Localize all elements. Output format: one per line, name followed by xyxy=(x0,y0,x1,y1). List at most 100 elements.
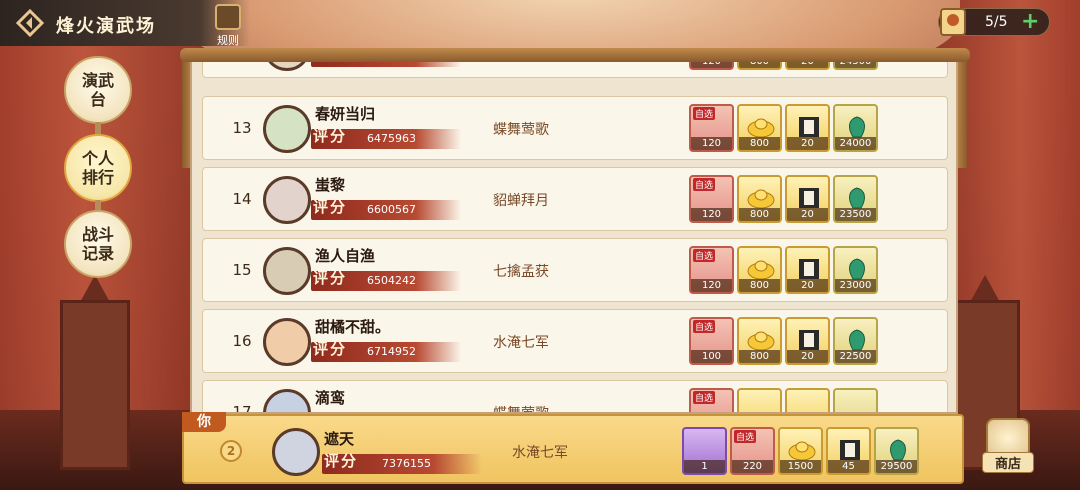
reward-item[interactable]: 自选 xyxy=(689,388,734,412)
reward-item[interactable]: 24000 xyxy=(833,104,878,152)
score-bar: 评分 6504242 xyxy=(311,269,461,291)
reward-list: 自选 120 800 20 23500 xyxy=(689,175,878,225)
side-tab-label: 演武台 xyxy=(81,71,114,109)
reward-item[interactable]: 20 xyxy=(785,104,830,152)
gold-ingot-icon xyxy=(747,189,775,209)
reward-item[interactable]: 1 xyxy=(682,427,727,475)
book-icon xyxy=(799,117,819,137)
score-label: 评分 xyxy=(313,127,348,145)
reward-item[interactable]: 45 xyxy=(826,427,871,475)
game-screen: 烽火演武场 规则 5/5 + 演武台 个人排行 战斗记录 评分 xyxy=(0,0,1080,490)
you-tag: 你 xyxy=(182,412,226,432)
book-icon xyxy=(799,188,819,208)
reward-item[interactable]: 自选 100 xyxy=(689,317,734,365)
item-count: 23500 xyxy=(835,208,876,221)
reward-item[interactable] xyxy=(833,388,878,412)
avatar xyxy=(263,105,311,153)
rules-button[interactable]: 规则 xyxy=(212,4,244,48)
item-count: 1500 xyxy=(780,460,821,473)
item-count: 1 xyxy=(684,460,725,473)
reward-item[interactable]: 自选 120 xyxy=(689,104,734,152)
reward-item[interactable]: 20 xyxy=(785,317,830,365)
item-count: 800 xyxy=(739,279,780,292)
jade-token-icon xyxy=(849,329,865,351)
reward-item[interactable]: 29500 xyxy=(874,427,919,475)
ranking-row[interactable]: 17 滴鸾 蝶舞莺歌 自选 xyxy=(202,380,948,414)
ranking-row[interactable]: 14 蚩黎 评分 6600567 貂蝉拜月 自选 120 800 20 2350… xyxy=(202,167,948,231)
ticket-icon xyxy=(940,8,966,36)
jade-token-icon xyxy=(849,258,865,280)
page-title: 烽火演武场 xyxy=(56,16,156,37)
my-reward-list: 1 自选 220 1500 45 29500 xyxy=(682,427,919,477)
side-tab-ranking[interactable]: 个人排行 xyxy=(64,134,132,202)
item-count: 800 xyxy=(739,350,780,363)
side-tab-label: 战斗记录 xyxy=(81,225,114,263)
my-name: 遮天 xyxy=(324,430,355,448)
choice-tag: 自选 xyxy=(693,391,716,404)
item-count: 800 xyxy=(739,137,780,150)
avatar xyxy=(263,318,311,366)
plus-icon[interactable]: + xyxy=(1021,11,1043,33)
book-icon xyxy=(840,440,860,460)
shop-label: 商店 xyxy=(982,452,1034,473)
team-name: 貂蝉拜月 xyxy=(493,193,549,209)
reward-item[interactable]: 23000 xyxy=(833,246,878,294)
score-bar: 评分 6714952 xyxy=(311,340,461,362)
score-label: 评分 xyxy=(324,452,359,470)
reward-item[interactable]: 800 xyxy=(737,104,782,152)
score-bar: 评分 6600567 xyxy=(311,198,461,220)
gold-ingot-icon xyxy=(747,331,775,351)
pillar-left xyxy=(60,300,130,470)
ticket-counter: 5/5 + xyxy=(938,8,1050,36)
score-label: 评分 xyxy=(313,340,348,358)
reward-item[interactable]: 20 xyxy=(785,175,830,223)
item-count: 100 xyxy=(691,350,732,363)
reward-item[interactable]: 1500 xyxy=(778,427,823,475)
team-name: 水淹七军 xyxy=(493,335,549,351)
reward-item[interactable]: 22500 xyxy=(833,317,878,365)
player-name: 甜橘不甜。 xyxy=(315,318,391,336)
reward-item[interactable] xyxy=(785,388,830,412)
choice-tag: 自选 xyxy=(734,430,757,443)
ranking-row[interactable]: 13 春妍当归 评分 6475963 蝶舞莺歌 自选 120 800 20 24… xyxy=(202,96,948,160)
reward-item[interactable]: 23500 xyxy=(833,175,878,223)
reward-item[interactable]: 自选 220 xyxy=(730,427,775,475)
jade-token-icon xyxy=(849,187,865,209)
reward-item[interactable]: 20 xyxy=(785,246,830,294)
item-count: 29500 xyxy=(876,460,917,473)
item-count: 45 xyxy=(828,460,869,473)
side-tab-label: 个人排行 xyxy=(81,149,114,187)
ticket-count: 5/5 xyxy=(985,14,1008,30)
reward-item[interactable]: 自选 120 xyxy=(689,246,734,294)
rank-number: 15 xyxy=(232,261,252,279)
scroll-icon xyxy=(215,4,241,30)
rank-number: 16 xyxy=(232,332,252,350)
ranking-row[interactable]: 16 甜橘不甜。 评分 6714952 水淹七军 自选 100 800 20 2… xyxy=(202,309,948,373)
reward-item[interactable]: 800 xyxy=(737,246,782,294)
player-name: 滴鸾 xyxy=(315,389,346,407)
team-name: 蝶舞莺歌 xyxy=(493,406,549,414)
score-label: 评分 xyxy=(313,198,348,216)
reward-item[interactable]: 800 xyxy=(737,317,782,365)
reward-item[interactable]: 自选 120 xyxy=(689,175,734,223)
shop-button[interactable]: 商店 xyxy=(982,418,1034,476)
my-avatar xyxy=(272,428,320,476)
gold-ingot-icon xyxy=(747,118,775,138)
item-count: 24000 xyxy=(835,137,876,150)
gold-ingot-icon xyxy=(788,441,816,461)
player-name: 渔人自渔 xyxy=(315,247,376,265)
score-bar: 评分 7376155 xyxy=(322,452,482,474)
reward-list: 自选 120 800 20 24000 xyxy=(689,104,878,154)
reward-item[interactable]: 800 xyxy=(737,175,782,223)
item-count: 120 xyxy=(691,137,732,150)
score-value: 7376155 xyxy=(382,457,431,470)
back-icon[interactable] xyxy=(16,9,44,37)
reward-item[interactable] xyxy=(737,388,782,412)
side-tab-arena[interactable]: 演武台 xyxy=(64,56,132,124)
ranking-row[interactable]: 15 渔人自渔 评分 6504242 七擒孟获 自选 120 800 20 23… xyxy=(202,238,948,302)
ranking-list[interactable]: 评分 6155064 120 800 20 24500 13 春妍当归 评分 6… xyxy=(190,56,958,414)
side-tab-battle-log[interactable]: 战斗记录 xyxy=(64,210,132,278)
item-count: 120 xyxy=(691,279,732,292)
reward-list: 自选 120 800 20 23000 xyxy=(689,246,878,296)
avatar xyxy=(263,389,311,412)
